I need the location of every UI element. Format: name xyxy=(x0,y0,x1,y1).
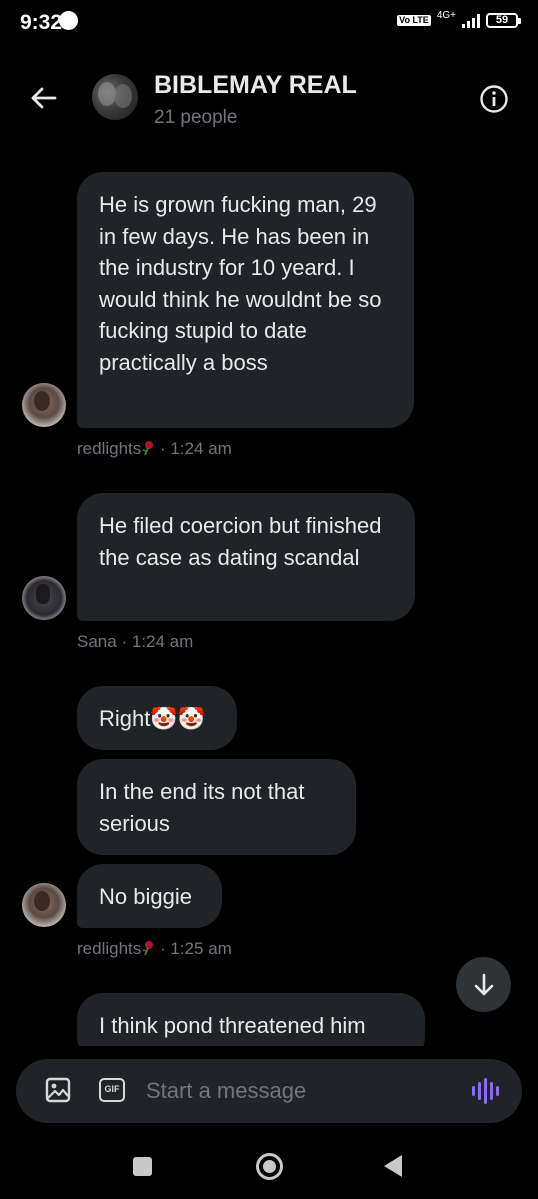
avatar[interactable] xyxy=(22,383,66,427)
gif-icon[interactable]: GIF xyxy=(99,1078,125,1102)
message-text: He is grown fucking man, 29 in few days.… xyxy=(99,192,382,375)
status-bar: 9:32 Vo LTE 4G+ 59 xyxy=(0,0,538,50)
sender-name: Sana xyxy=(77,632,117,651)
message-text: He filed coercion but finished the case … xyxy=(99,513,382,570)
image-icon[interactable] xyxy=(45,1077,71,1103)
home-icon[interactable] xyxy=(256,1153,283,1180)
rose-emoji-icon xyxy=(143,941,154,956)
status-indicators: Vo LTE 4G+ 59 xyxy=(397,10,521,28)
network-type: 4G+ xyxy=(436,10,456,21)
arrow-left-icon xyxy=(31,87,57,109)
system-nav-bar xyxy=(0,1135,538,1199)
conversation-header: BIBLEMAY REAL 21 people xyxy=(0,60,538,140)
message-bubble[interactable]: Right🤡🤡 xyxy=(77,686,237,750)
arrow-down-icon xyxy=(474,973,493,995)
message-time: · 1:24 am xyxy=(121,632,194,651)
message-text: No biggie xyxy=(99,884,192,909)
message-meta: redlights · 1:24 am xyxy=(77,439,232,459)
message-bubble[interactable]: He filed coercion but finished the case … xyxy=(77,493,415,621)
avatar[interactable] xyxy=(22,883,66,927)
battery-icon: 59 xyxy=(486,13,521,28)
message-text: In the end its not that serious xyxy=(99,779,305,836)
avatar[interactable] xyxy=(22,576,66,620)
group-avatar[interactable] xyxy=(92,74,138,120)
voice-waveform-icon[interactable] xyxy=(472,1078,500,1104)
back-button[interactable] xyxy=(26,80,62,116)
scroll-down-button[interactable] xyxy=(456,957,511,1012)
message-text: I think pond threatened him xyxy=(99,1013,366,1038)
nav-back-icon[interactable] xyxy=(384,1155,402,1177)
sender-name: redlights xyxy=(77,439,142,458)
group-member-count[interactable]: 21 people xyxy=(154,107,237,129)
volte-badge: Vo LTE xyxy=(397,15,431,26)
notification-icon xyxy=(59,11,78,30)
rose-emoji-icon xyxy=(143,441,154,456)
message-bubble[interactable]: No biggie xyxy=(77,864,222,928)
message-text: Right🤡🤡 xyxy=(99,706,206,731)
message-time: · 1:24 am xyxy=(160,439,232,458)
status-time: 9:32 xyxy=(20,11,63,34)
message-meta: Sana · 1:24 am xyxy=(77,632,193,652)
message-bubble[interactable]: In the end its not that serious xyxy=(77,759,356,855)
signal-icon xyxy=(462,13,480,28)
message-input[interactable] xyxy=(146,1075,446,1107)
sender-name: redlights xyxy=(77,939,142,958)
recents-icon[interactable] xyxy=(133,1157,152,1176)
message-composer: GIF xyxy=(16,1059,522,1123)
message-meta: redlights · 1:25 am xyxy=(77,939,232,959)
message-bubble[interactable]: I think pond threatened him xyxy=(77,993,425,1046)
message-time: · 1:25 am xyxy=(160,939,232,958)
group-title[interactable]: BIBLEMAY REAL xyxy=(154,71,357,100)
info-icon[interactable] xyxy=(479,84,509,114)
message-bubble[interactable]: He is grown fucking man, 29 in few days.… xyxy=(77,172,414,428)
